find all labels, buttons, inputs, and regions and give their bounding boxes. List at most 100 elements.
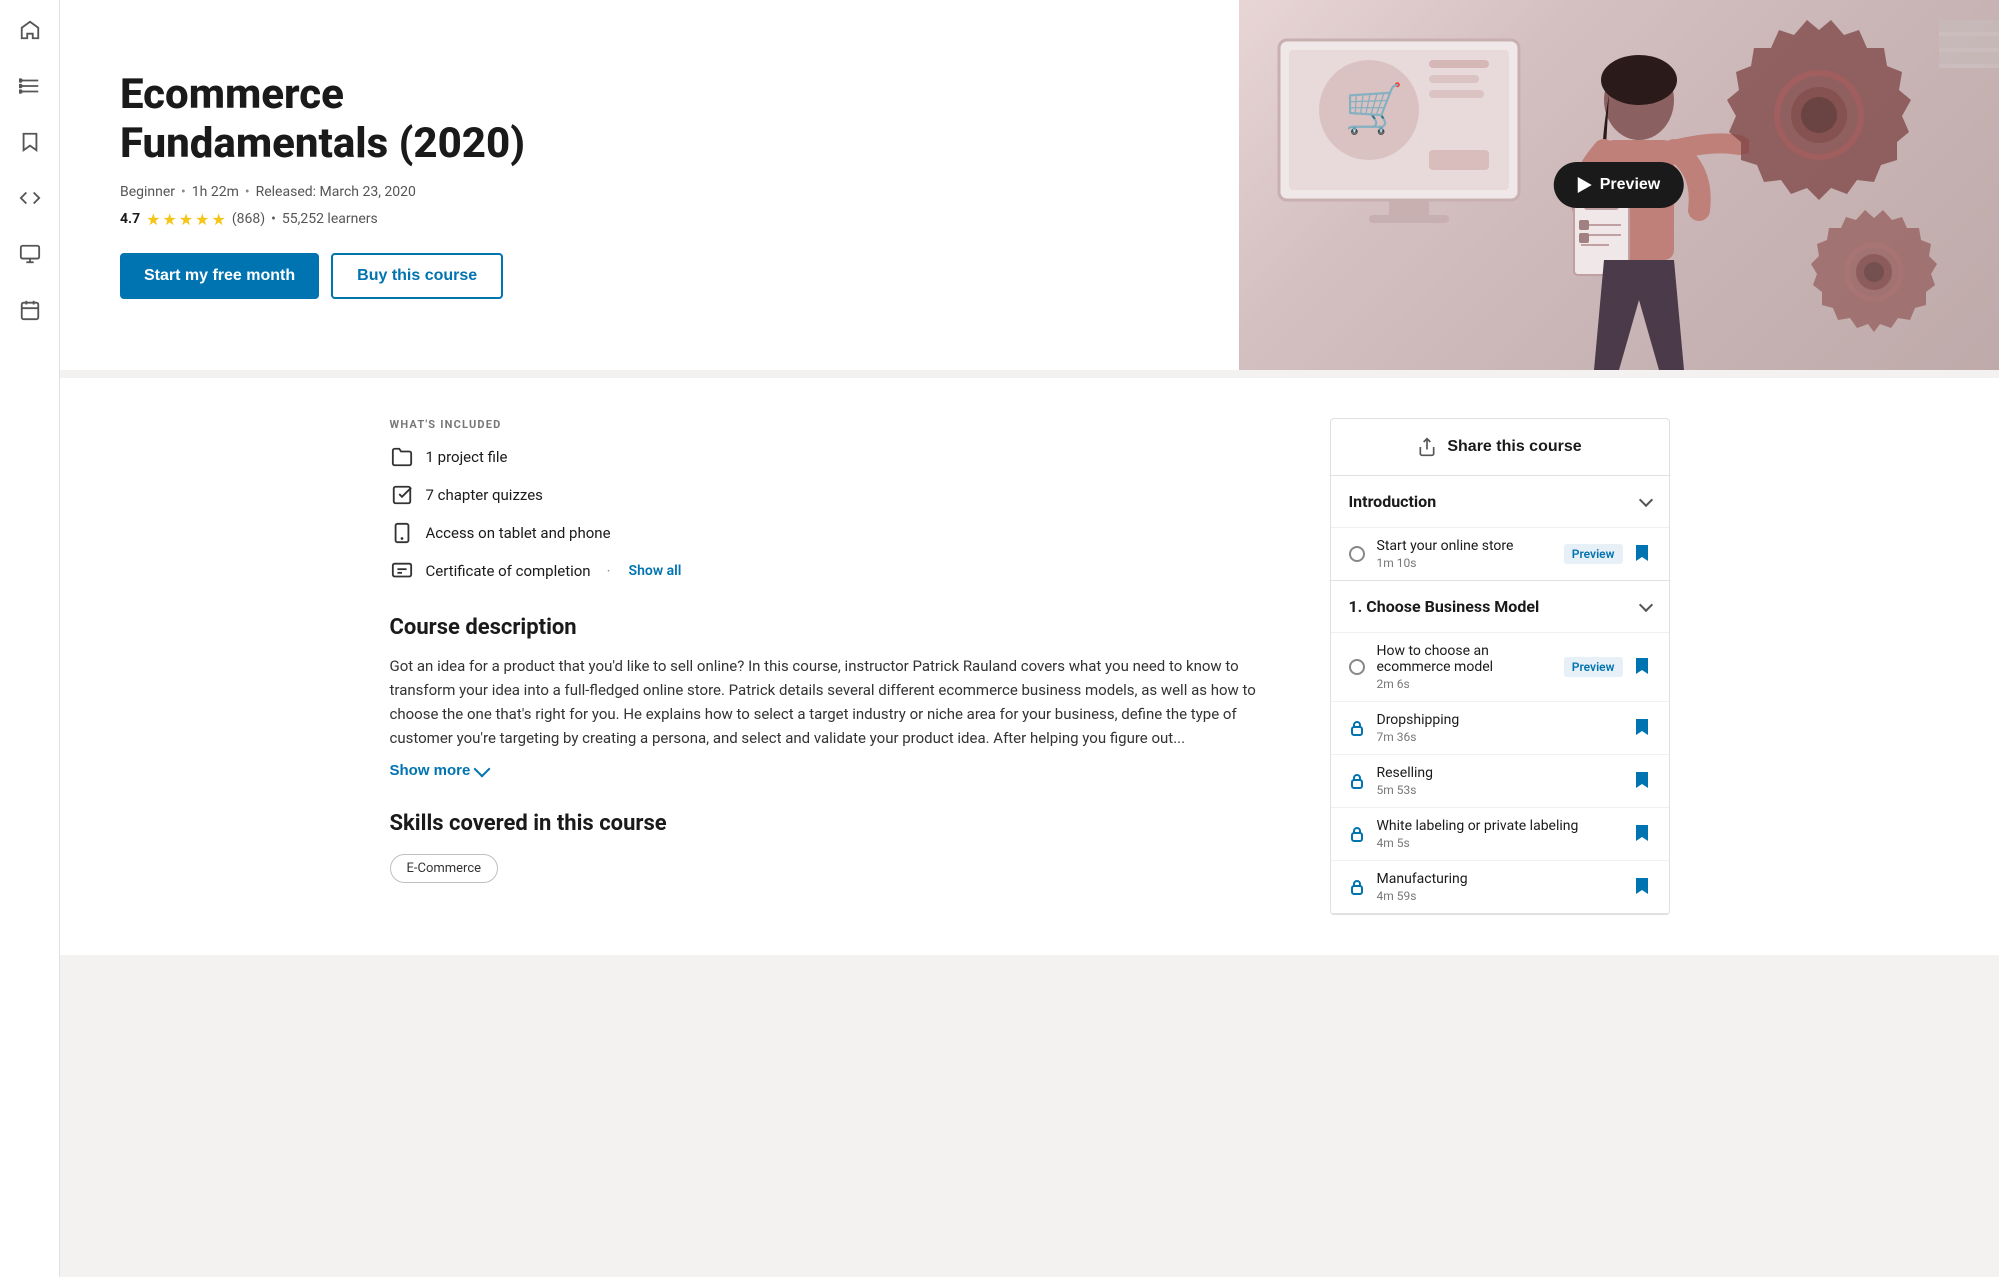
main-content: Ecommerce Fundamentals (2020) Beginner •… (60, 0, 1999, 1277)
hero-text-area: Ecommerce Fundamentals (2020) Beginner •… (60, 31, 680, 339)
hero-meta: Beginner • 1h 22m • Released: March 23, … (120, 184, 620, 200)
introduction-header[interactable]: Introduction (1331, 476, 1669, 527)
star-3: ★ (179, 210, 193, 229)
sidebar-monitor-icon[interactable] (16, 240, 44, 268)
lesson-info-reselling: Reselling 5m 53s (1377, 765, 1623, 797)
skills-title: Skills covered in this course (390, 811, 1298, 836)
gear-large-icon (1719, 20, 1919, 220)
lesson-duration-white-labeling: 4m 5s (1377, 836, 1623, 850)
business-model-section: 1. Choose Business Model How to choose a… (1331, 581, 1669, 914)
show-all-link[interactable]: Show all (629, 563, 682, 579)
share-icon (1417, 437, 1437, 457)
lesson-duration-choose: 2m 6s (1377, 677, 1552, 691)
star-1: ★ (146, 210, 160, 229)
lesson-reselling[interactable]: Reselling 5m 53s (1331, 754, 1669, 807)
monitor-illustration: 🛒 (1269, 30, 1549, 250)
lesson-circle-icon (1349, 546, 1365, 562)
chevron-icon-business (1638, 597, 1652, 611)
body-section: WHAT'S INCLUDED 1 project file (330, 378, 1730, 955)
lock-icon-reselling (1349, 773, 1365, 789)
sidebar-home-icon[interactable] (16, 16, 44, 44)
included-project-text: 1 project file (426, 448, 508, 466)
course-level: Beginner (120, 184, 175, 200)
whats-included-section: WHAT'S INCLUDED 1 project file (390, 418, 1298, 583)
bookmark-icon-manufacturing[interactable] (1635, 877, 1651, 897)
business-model-title: 1. Choose Business Model (1349, 597, 1540, 616)
lock-icon-dropshipping (1349, 720, 1365, 736)
lesson-start-online-store[interactable]: Start your online store 1m 10s Preview (1331, 527, 1669, 580)
lock-icon-white-labeling (1349, 826, 1365, 842)
included-quizzes-text: 7 chapter quizzes (426, 486, 543, 504)
lesson-title-start: Start your online store (1377, 538, 1552, 554)
hero-illustration: 🛒 (1239, 0, 1999, 370)
bookmark-icon-dropshipping[interactable] (1635, 718, 1651, 738)
bookmark-icon-white-labeling[interactable] (1635, 824, 1651, 844)
lesson-how-to-choose[interactable]: How to choose an ecommerce model 2m 6s P… (1331, 632, 1669, 701)
sidebar-code-icon[interactable] (16, 184, 44, 212)
body-main: WHAT'S INCLUDED 1 project file (390, 418, 1298, 915)
learners-count: 55,252 learners (282, 211, 378, 227)
whats-included-label: WHAT'S INCLUDED (390, 418, 1298, 431)
included-tablet-phone: Access on tablet and phone (390, 521, 1298, 545)
person-illustration (1529, 50, 1749, 370)
included-tablet-text: Access on tablet and phone (426, 524, 611, 542)
sidebar-list-icon[interactable] (16, 72, 44, 100)
preview-button[interactable]: Preview (1554, 162, 1684, 208)
show-more-button[interactable]: Show more (390, 762, 489, 779)
lesson-info-start: Start your online store 1m 10s (1377, 538, 1552, 570)
included-certificate-text: Certificate of completion (426, 562, 591, 580)
lesson-info-choose: How to choose an ecommerce model 2m 6s (1377, 643, 1552, 691)
bookmark-icon-start[interactable] (1635, 544, 1651, 564)
svg-text:🛒: 🛒 (1344, 80, 1404, 137)
included-certificate: Certificate of completion · Show all (390, 559, 1298, 583)
quiz-icon (390, 483, 414, 507)
illustration-inner: 🛒 (1239, 0, 1999, 370)
rating-count: (868) (232, 211, 265, 227)
skills-tag-ecommerce[interactable]: E-Commerce (390, 854, 499, 883)
introduction-title: Introduction (1349, 492, 1437, 511)
lesson-title-reselling: Reselling (1377, 765, 1623, 781)
buy-course-button[interactable]: Buy this course (331, 253, 503, 299)
lesson-duration-manufacturing: 4m 59s (1377, 889, 1623, 903)
business-model-header[interactable]: 1. Choose Business Model (1331, 581, 1669, 632)
star-4: ★ (195, 210, 209, 229)
sidebar-bookmark-icon[interactable] (16, 128, 44, 156)
star-rating: ★ ★ ★ ★ ★ (146, 210, 226, 229)
phone-icon (390, 521, 414, 545)
sidebar-calendar-icon[interactable] (16, 296, 44, 324)
course-description-text: Got an idea for a product that you'd lik… (390, 654, 1298, 750)
lesson-duration-reselling: 5m 53s (1377, 783, 1623, 797)
certificate-icon (390, 559, 414, 583)
course-released: Released: March 23, 2020 (256, 184, 416, 200)
hero-buttons: Start my free month Buy this course (120, 253, 620, 299)
course-description-title: Course description (390, 615, 1298, 640)
course-title: Ecommerce Fundamentals (2020) (120, 71, 620, 168)
rating-score: 4.7 (120, 211, 140, 227)
lesson-circle-choose (1349, 659, 1365, 675)
lesson-info-white-labeling: White labeling or private labeling 4m 5s (1377, 818, 1623, 850)
lesson-title-dropshipping: Dropshipping (1377, 712, 1623, 728)
bookmark-icon-choose[interactable] (1635, 657, 1651, 677)
skills-section: Skills covered in this course E-Commerce (390, 811, 1298, 887)
lesson-manufacturing[interactable]: Manufacturing 4m 59s (1331, 860, 1669, 913)
course-description-section: Course description Got an idea for a pro… (390, 615, 1298, 779)
lesson-info-manufacturing: Manufacturing 4m 59s (1377, 871, 1623, 903)
show-more-label: Show more (390, 762, 471, 779)
hero-section: Ecommerce Fundamentals (2020) Beginner •… (60, 0, 1999, 370)
preview-badge-start: Preview (1564, 544, 1623, 564)
share-course-button[interactable]: Share this course (1331, 419, 1669, 476)
lesson-dropshipping[interactable]: Dropshipping 7m 36s (1331, 701, 1669, 754)
star-2: ★ (162, 210, 176, 229)
lesson-duration-start: 1m 10s (1377, 556, 1552, 570)
lesson-duration-dropshipping: 7m 36s (1377, 730, 1623, 744)
lesson-white-labeling[interactable]: White labeling or private labeling 4m 5s (1331, 807, 1669, 860)
chevron-icon-introduction (1638, 492, 1652, 506)
hero-divider (60, 370, 1999, 378)
share-label: Share this course (1447, 438, 1581, 456)
course-sidebar-card: Share this course Introduction Start yo (1330, 418, 1670, 915)
lesson-title-choose: How to choose an ecommerce model (1377, 643, 1552, 675)
start-free-month-button[interactable]: Start my free month (120, 253, 319, 299)
preview-label: Preview (1600, 176, 1660, 194)
hero-rating: 4.7 ★ ★ ★ ★ ★ (868) • 55,252 learners (120, 210, 620, 229)
bookmark-icon-reselling[interactable] (1635, 771, 1651, 791)
